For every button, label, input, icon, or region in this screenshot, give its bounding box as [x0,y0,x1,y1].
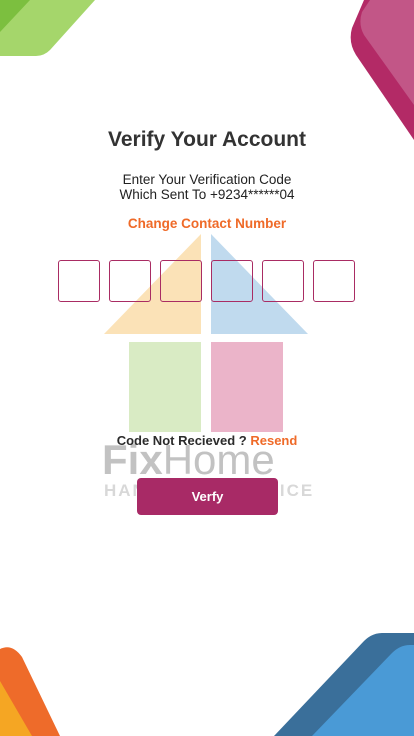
instruction-line-1: Enter Your Verification Code [122,172,292,187]
code-not-received-label: Code Not Recieved ? [116,433,247,448]
bottom-right-corner-decoration [274,633,414,736]
code-digit-4-input[interactable] [211,260,253,302]
verify-button[interactable]: Verfy [137,478,278,515]
verification-code-inputs [58,260,358,304]
top-right-corner-decoration [350,0,414,140]
top-left-corner-decoration [0,0,95,56]
code-digit-5-input[interactable] [262,260,304,302]
resend-link[interactable]: Resend [250,433,297,448]
page-title: Verify Your Account [108,128,306,151]
verification-instructions: Enter Your Verification Code Which Sent … [0,172,414,202]
code-digit-1-input[interactable] [58,260,100,302]
code-digit-2-input[interactable] [109,260,151,302]
resend-prompt: Code Not Recieved ? Resend [0,433,414,448]
instruction-line-2: Which Sent To +9234******04 [119,187,295,202]
change-contact-number-link[interactable]: Change Contact Number [0,216,414,231]
code-digit-3-input[interactable] [160,260,202,302]
bottom-left-corner-decoration [0,647,60,736]
code-digit-6-input[interactable] [313,260,355,302]
